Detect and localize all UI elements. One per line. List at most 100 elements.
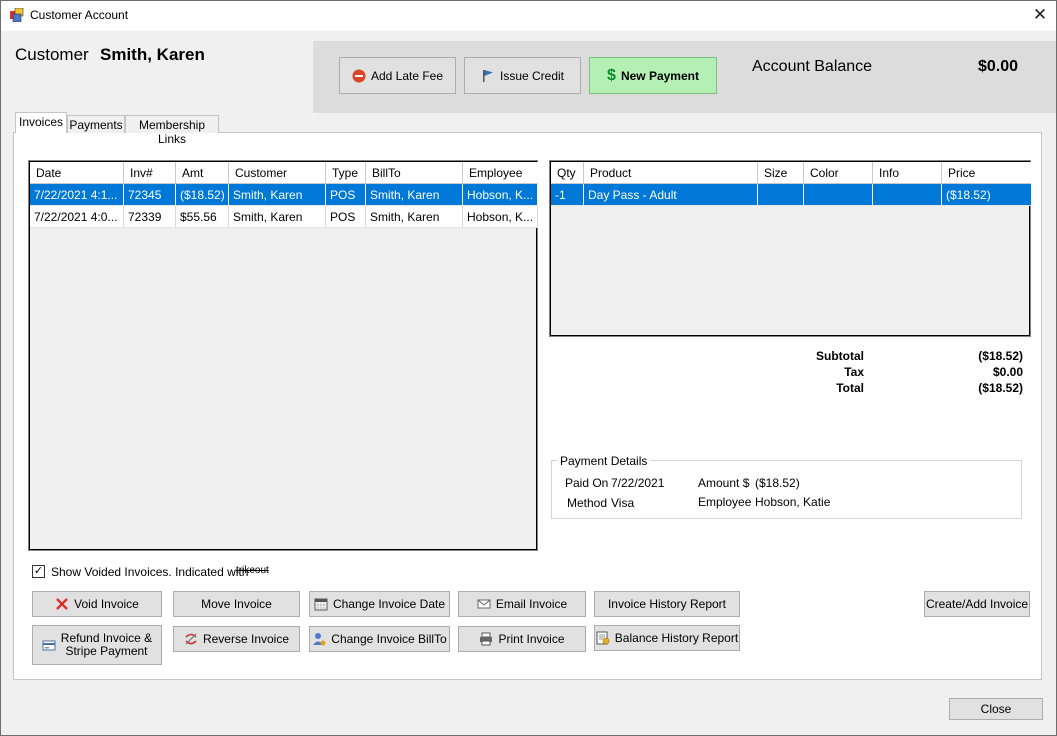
print-invoice-button[interactable]: Print Invoice xyxy=(458,626,586,652)
tab-payments[interactable]: Payments xyxy=(67,115,125,133)
window-title: Customer Account xyxy=(30,8,129,22)
table-cell[interactable]: Smith, Karen xyxy=(366,184,463,206)
table-cell[interactable]: Day Pass - Adult xyxy=(584,184,758,206)
table-cell[interactable]: $55.56 xyxy=(176,206,229,228)
table-cell[interactable] xyxy=(804,184,873,206)
reverse-arrows-icon xyxy=(184,632,198,646)
new-payment-button[interactable]: $ New Payment xyxy=(589,57,717,94)
col-header-price[interactable]: Price xyxy=(942,162,1031,184)
subtotal-label: Subtotal xyxy=(816,349,864,363)
change-invoice-billto-button[interactable]: Change Invoice BillTo xyxy=(309,626,450,652)
col-header-customer[interactable]: Customer xyxy=(229,162,326,184)
col-header-inv[interactable]: Inv# xyxy=(124,162,176,184)
printer-icon xyxy=(479,632,493,646)
balance-history-report-button[interactable]: Balance History Report xyxy=(594,625,740,651)
create-add-invoice-button[interactable]: Create/Add Invoice xyxy=(924,591,1030,617)
show-voided-label[interactable]: Show Voided Invoices. Indicated with xyxy=(51,565,248,579)
new-payment-label: New Payment xyxy=(620,68,699,83)
show-voided-checkbox[interactable]: ✓ xyxy=(32,565,45,578)
paid-on-label: Paid On xyxy=(565,476,609,490)
invoice-history-report-label: Invoice History Report xyxy=(607,597,727,611)
email-invoice-label: Email Invoice xyxy=(495,597,568,611)
amount-value: ($18.52) xyxy=(755,476,800,490)
col-header-type[interactable]: Type xyxy=(326,162,366,184)
void-invoice-button[interactable]: Void Invoice xyxy=(32,591,162,617)
employee-label: Employee xyxy=(698,495,752,509)
issue-credit-label: Issue Credit xyxy=(499,68,565,83)
col-header-color[interactable]: Color xyxy=(804,162,873,184)
table-cell[interactable]: Hobson, K... xyxy=(463,206,538,228)
col-header-info[interactable]: Info xyxy=(873,162,942,184)
col-header-amt[interactable]: Amt xyxy=(176,162,229,184)
strikeout-example: trikeout xyxy=(236,565,269,576)
tab-invoices[interactable]: Invoices xyxy=(15,112,67,133)
subtotal-value: ($18.52) xyxy=(978,349,1023,363)
method-label: Method xyxy=(567,496,608,510)
reverse-invoice-label: Reverse Invoice xyxy=(202,632,290,646)
table-cell[interactable]: ($18.52) xyxy=(942,184,1031,206)
minus-circle-icon xyxy=(352,69,366,83)
person-icon xyxy=(312,632,326,646)
change-invoice-date-button[interactable]: Change Invoice Date xyxy=(309,591,450,617)
table-cell[interactable]: Smith, Karen xyxy=(366,206,463,228)
invoices-grid[interactable]: Date Inv# Amt Customer Type BillTo Emplo… xyxy=(28,160,538,551)
app-icon xyxy=(10,7,24,25)
close-button[interactable]: Close xyxy=(949,698,1043,720)
amount-label: Amount $ xyxy=(698,476,750,490)
customer-name: Smith, Karen xyxy=(100,45,205,64)
table-cell[interactable]: 72339 xyxy=(124,206,176,228)
move-invoice-button[interactable]: Move Invoice xyxy=(173,591,300,617)
table-cell[interactable]: Smith, Karen xyxy=(229,184,326,206)
window-close-icon[interactable]: ✕ xyxy=(1027,3,1053,27)
issue-credit-button[interactable]: Issue Credit xyxy=(464,57,581,94)
flag-icon xyxy=(481,69,495,83)
move-invoice-label: Move Invoice xyxy=(201,597,272,611)
invoice-items-grid[interactable]: Qty Product Size Color Info Price -1 Day… xyxy=(549,160,1031,337)
table-cell[interactable]: 7/22/2021 4:1... xyxy=(30,184,124,206)
table-cell[interactable]: Smith, Karen xyxy=(229,206,326,228)
col-header-date[interactable]: Date xyxy=(30,162,124,184)
invoice-history-report-button[interactable]: Invoice History Report xyxy=(594,591,740,617)
table-cell[interactable]: ($18.52) xyxy=(176,184,229,206)
add-late-fee-label: Add Late Fee xyxy=(370,68,444,83)
tab-invoices-label: Invoices xyxy=(18,115,64,129)
report-icon xyxy=(596,631,610,645)
account-balance-label: Account Balance xyxy=(752,58,873,75)
col-header-qty[interactable]: Qty xyxy=(551,162,584,184)
total-label: Total xyxy=(836,381,864,395)
tax-label: Tax xyxy=(844,365,864,379)
refund-invoice-label-group: Refund Invoice & Stripe Payment xyxy=(61,632,152,658)
change-invoice-date-label: Change Invoice Date xyxy=(332,597,446,611)
table-cell[interactable]: 72345 xyxy=(124,184,176,206)
email-invoice-button[interactable]: Email Invoice xyxy=(458,591,586,617)
tab-membership-links[interactable]: Membership Links xyxy=(125,115,219,146)
void-invoice-label: Void Invoice xyxy=(74,597,139,611)
red-x-icon xyxy=(55,597,69,611)
tab-payments-label: Payments xyxy=(69,118,123,132)
balance-history-report-label: Balance History Report xyxy=(614,631,739,645)
col-header-product[interactable]: Product xyxy=(584,162,758,184)
refund-invoice-button[interactable]: Refund Invoice & Stripe Payment xyxy=(32,625,162,665)
table-cell[interactable]: 7/22/2021 4:0... xyxy=(30,206,124,228)
employee-value: Hobson, Katie xyxy=(755,495,831,509)
col-header-billto[interactable]: BillTo xyxy=(366,162,463,184)
print-invoice-label: Print Invoice xyxy=(498,632,565,646)
payment-details-title: Payment Details xyxy=(557,454,651,468)
method-value: Visa xyxy=(611,496,635,510)
table-cell[interactable]: -1 xyxy=(551,184,584,206)
reverse-invoice-button[interactable]: Reverse Invoice xyxy=(173,626,300,652)
refund-invoice-label-2: Stripe Payment xyxy=(65,644,148,658)
add-late-fee-button[interactable]: Add Late Fee xyxy=(339,57,456,94)
title-bar xyxy=(0,0,1057,31)
table-cell[interactable]: POS xyxy=(326,206,366,228)
refund-card-icon xyxy=(42,638,56,652)
table-cell[interactable] xyxy=(873,184,942,206)
table-cell[interactable] xyxy=(758,184,804,206)
dollar-icon: $ xyxy=(607,66,616,84)
col-header-size[interactable]: Size xyxy=(758,162,804,184)
table-cell[interactable]: POS xyxy=(326,184,366,206)
envelope-icon xyxy=(477,597,491,611)
table-cell[interactable]: Hobson, K... xyxy=(463,184,538,206)
paid-on-value: 7/22/2021 xyxy=(611,476,665,490)
col-header-employee[interactable]: Employee xyxy=(463,162,538,184)
